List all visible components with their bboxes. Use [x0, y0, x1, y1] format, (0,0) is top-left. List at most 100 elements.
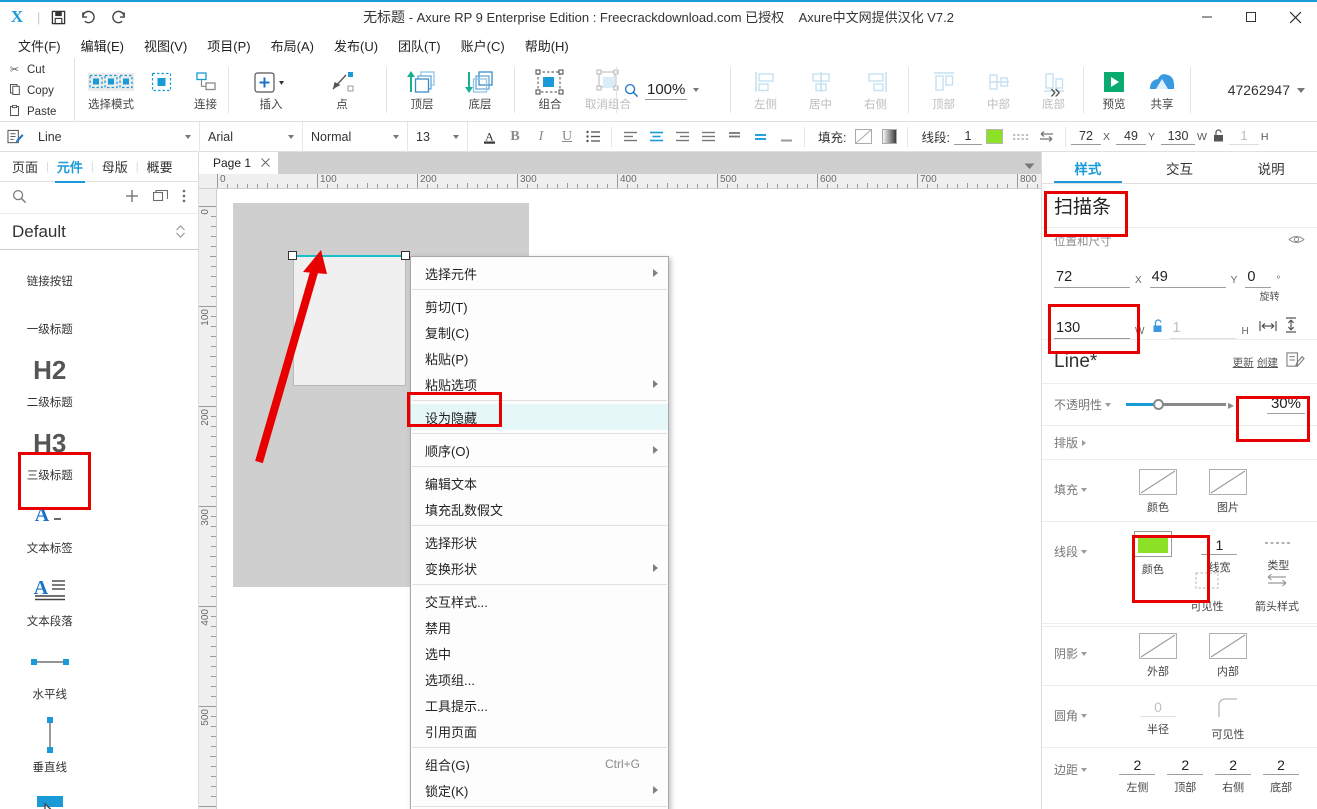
height-input[interactable]: 1 [1228, 129, 1259, 145]
chevron-down-icon[interactable] [1297, 87, 1305, 93]
line-width-input[interactable]: 1 [953, 129, 982, 145]
menu-item-account[interactable]: 账户(C) [451, 33, 515, 58]
edit-style-icon[interactable] [1286, 351, 1305, 372]
bold-icon[interactable]: B [502, 122, 528, 152]
context-menu-item[interactable]: 选中 [411, 640, 668, 666]
x-field[interactable]: 72 X [1054, 269, 1150, 288]
redo-icon[interactable] [103, 2, 133, 32]
widget-horizontal-line[interactable]: 水平线 [0, 638, 100, 711]
context-menu-item[interactable]: 粘贴(P) [411, 345, 668, 371]
y-input[interactable]: 49 [1149, 269, 1226, 288]
context-menu-item[interactable]: 组合(G) Ctrl+G [411, 751, 668, 777]
context-menu-item[interactable]: 禁用 [411, 614, 668, 640]
chevron-down-icon[interactable] [693, 88, 700, 92]
chevron-down-icon[interactable] [453, 134, 459, 139]
valign-top-icon[interactable] [721, 122, 747, 152]
font-family-select[interactable]: Arial [200, 121, 303, 152]
zoom-level[interactable]: 100% [645, 81, 688, 100]
font-weight-select[interactable]: Normal [303, 121, 408, 152]
line-color-swatch[interactable] [982, 122, 1008, 152]
paste-button[interactable]: Paste [0, 101, 74, 122]
line-type-control[interactable]: 类型 [1252, 531, 1305, 573]
page-tab-page1[interactable]: Page 1 [199, 152, 279, 174]
selection-handle[interactable] [288, 251, 297, 260]
context-menu-item[interactable]: 填充乱数假文 [411, 496, 668, 522]
slider-knob[interactable] [1153, 399, 1164, 410]
flip-vertical-icon[interactable] [1284, 317, 1298, 339]
selection-handle[interactable] [401, 251, 410, 260]
context-menu-item[interactable]: 编辑文本 [411, 470, 668, 496]
widget-h2[interactable]: H2 二级标题 [0, 346, 100, 419]
line-color-control[interactable]: 颜色 [1126, 531, 1179, 577]
context-menu-item[interactable]: 交互样式... [411, 588, 668, 614]
align-left-button[interactable]: 左侧 [738, 58, 793, 122]
scan-line-element[interactable] [293, 255, 406, 257]
point-button[interactable]: 点 [306, 58, 378, 122]
x-input[interactable]: 72 [1054, 269, 1130, 288]
fill-color-control[interactable]: 颜色 [1130, 469, 1186, 515]
widget-style-select[interactable]: Line [30, 121, 200, 152]
menu-item-team[interactable]: 团队(T) [388, 33, 451, 58]
widget-link-button[interactable]: 链接按钮 [0, 250, 100, 298]
group-button[interactable]: 组合 [521, 58, 579, 122]
context-menu-item[interactable]: 顺序(O) [411, 437, 668, 463]
add-icon[interactable] [125, 189, 139, 206]
line-width-control[interactable]: 1 线宽 [1193, 531, 1246, 575]
vertical-ruler[interactable]: 0100200300400500600700 [199, 189, 217, 809]
corner-radius-control[interactable]: 0 半径 [1130, 695, 1186, 737]
select-mode-button[interactable]: 选择模式 [76, 58, 146, 122]
chevron-down-icon[interactable] [393, 134, 399, 139]
menu-item-help[interactable]: 帮助(H) [515, 33, 579, 58]
align-top-button[interactable]: 顶部 [916, 58, 971, 122]
context-menu-item[interactable]: 锁定(K) [411, 777, 668, 803]
fill-image-control[interactable]: 图片 [1200, 469, 1256, 515]
widget-hotspot[interactable]: 热区 [0, 784, 100, 809]
tab-masters[interactable]: 母版 [94, 152, 136, 183]
y-input[interactable]: 49 [1115, 129, 1146, 145]
select-mode-dashed-icon-button[interactable] [146, 58, 178, 122]
chevron-down-icon[interactable] [185, 134, 191, 139]
width-field[interactable]: 130 W [1054, 320, 1152, 339]
insert-button[interactable]: 插入 [236, 58, 306, 122]
send-back-button[interactable]: 底层 [451, 58, 509, 122]
search-icon[interactable] [12, 189, 27, 207]
menu-item-edit[interactable]: 编辑(E) [71, 33, 134, 58]
opacity-label-group[interactable]: 不透明性 [1054, 396, 1126, 413]
padding-bottom-control[interactable]: 2 底部 [1257, 757, 1305, 795]
width-input[interactable]: 130 [1161, 129, 1195, 145]
corner-visibility-control[interactable]: 可见性 [1200, 695, 1256, 742]
padding-top-control[interactable]: 2 顶部 [1161, 757, 1209, 795]
widget-text-paragraph[interactable]: A 文本段落 [0, 565, 100, 638]
menu-item-publish[interactable]: 发布(U) [324, 33, 388, 58]
width-input[interactable]: 130 [1054, 320, 1130, 339]
height-input[interactable]: 1 [1170, 320, 1237, 339]
rotation-field[interactable]: 0 ° [1245, 269, 1280, 288]
align-justify-icon[interactable] [695, 122, 721, 152]
ribbon-overflow-button[interactable]: » [1050, 82, 1061, 104]
tab-style[interactable]: 样式 [1042, 152, 1134, 183]
context-menu-item[interactable]: 选择形状 [411, 529, 668, 555]
valign-middle-icon[interactable] [747, 122, 773, 152]
preview-button[interactable]: 预览 [1090, 58, 1138, 122]
outer-shadow-control[interactable]: 外部 [1130, 633, 1186, 679]
element-name-field[interactable]: 扫描条 [1042, 184, 1317, 228]
duplicate-icon[interactable] [152, 189, 169, 206]
align-left-icon[interactable] [617, 122, 643, 152]
context-menu-item[interactable]: 剪切(T) [411, 293, 668, 319]
widget-library-selector[interactable]: Default [0, 214, 198, 250]
inner-shadow-control[interactable]: 内部 [1200, 633, 1256, 679]
padding-label-group[interactable]: 边距 [1054, 757, 1108, 778]
arrow-style-control[interactable]: 箭头样式 [1249, 571, 1305, 614]
context-menu-item[interactable]: 复制(C) [411, 319, 668, 345]
padding-left-control[interactable]: 2 左侧 [1113, 757, 1161, 795]
create-label[interactable]: 创建 [1257, 357, 1278, 369]
align-center-icon[interactable] [643, 122, 669, 152]
typography-row[interactable]: 排版 [1042, 426, 1317, 460]
menu-item-project[interactable]: 项目(P) [197, 33, 260, 58]
undo-icon[interactable] [73, 2, 103, 32]
padding-right-input[interactable]: 2 [1215, 757, 1252, 775]
bullet-list-icon[interactable] [580, 122, 606, 152]
widget-text-label[interactable]: A 文本标签 [0, 492, 100, 565]
menu-item-layout[interactable]: 布局(A) [261, 33, 324, 58]
visibility-eye-icon[interactable] [1288, 234, 1305, 248]
